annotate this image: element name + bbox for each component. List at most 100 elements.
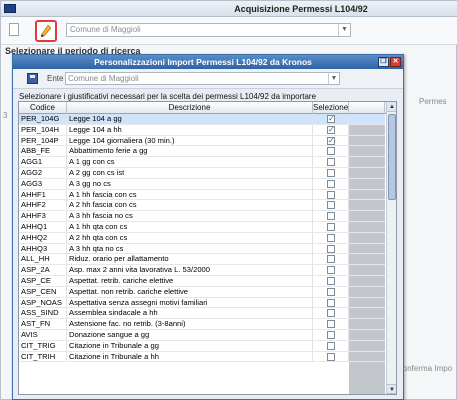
dialog-title: Personalizzazioni Import Permessi L104/9… (94, 57, 312, 67)
selection-checkbox[interactable] (327, 233, 335, 242)
selezione-cell (313, 329, 349, 340)
save-icon[interactable] (27, 73, 38, 84)
selection-checkbox[interactable] (327, 276, 335, 285)
selezione-cell (313, 319, 349, 330)
partial-column-header: Permes (419, 97, 447, 106)
table-row[interactable]: AVIS Donazione sangue a gg (19, 329, 385, 341)
codice-cell: AGG1 (21, 157, 67, 168)
selection-checkbox[interactable] (327, 341, 335, 350)
selection-checkbox[interactable] (327, 255, 335, 264)
codice-cell: ASP_CEN (21, 286, 67, 297)
document-icon[interactable] (9, 23, 19, 36)
selection-checkbox[interactable] (327, 352, 335, 361)
table-row[interactable]: CIT_TRIG Citazione in Tribunale a gg (19, 340, 385, 352)
vertical-scrollbar[interactable]: ▲ ▼ (386, 102, 396, 394)
descrizione-cell: Asp. max 2 anni vita lavorativa L. 53/20… (69, 265, 313, 276)
selection-checkbox[interactable] (327, 190, 335, 199)
ente-label: Ente (47, 74, 64, 83)
table-row[interactable]: PER_104G Legge 104 a gg (19, 114, 385, 125)
selection-checkbox[interactable] (327, 125, 335, 135)
table-row[interactable]: ASP_2A Asp. max 2 anni vita lavorativa L.… (19, 265, 385, 276)
codice-cell: PER_104G (21, 114, 67, 124)
selection-checkbox[interactable] (327, 266, 335, 275)
main-window-title: Acquisizione Permessi L104/92 (234, 4, 368, 14)
column-header-selezione[interactable]: Selezione (313, 102, 349, 114)
table-row[interactable]: AGG3 A 3 gg no cs (19, 178, 385, 190)
selection-checkbox[interactable] (327, 201, 335, 210)
selection-checkbox[interactable] (327, 136, 335, 146)
edit-button[interactable] (35, 20, 57, 42)
selection-checkbox[interactable] (327, 114, 335, 124)
table-row[interactable]: ALL_HH Riduz. orario per allattamento (19, 254, 385, 266)
table-row[interactable]: ASS_SIND Assemblea sindacale a hh (19, 308, 385, 320)
table-row[interactable]: AGG1 A 1 gg con cs (19, 157, 385, 168)
selection-checkbox[interactable] (327, 298, 335, 307)
selezione-cell (313, 189, 349, 200)
selection-checkbox[interactable] (327, 287, 335, 296)
table-row[interactable]: PER_104H Legge 104 a hh (19, 124, 385, 136)
table-row[interactable]: ASP_CEN Aspettat. non retrib. cariche ele… (19, 286, 385, 298)
selezione-cell (313, 232, 349, 243)
codice-cell: CIT_TRIH (21, 351, 67, 362)
table-row[interactable]: AHHQ3 A 3 hh qta no cs (19, 243, 385, 255)
chevron-down-icon[interactable]: ▼ (328, 73, 339, 84)
selection-checkbox[interactable] (327, 320, 335, 329)
selezione-cell (313, 265, 349, 276)
codice-cell: ASP_NOAS (21, 297, 67, 308)
selezione-cell (313, 286, 349, 297)
restore-icon[interactable]: ❐ (378, 57, 389, 67)
pencil-icon (41, 25, 51, 37)
table-row[interactable]: AGG2 A 2 gg con cs ist (19, 167, 385, 179)
table-row[interactable]: AHHQ1 A 1 hh qta con cs (19, 221, 385, 233)
column-header-empty (349, 102, 385, 114)
selection-checkbox[interactable] (327, 168, 335, 177)
selection-checkbox[interactable] (327, 212, 335, 221)
scroll-up-icon[interactable]: ▲ (387, 102, 396, 112)
table-row[interactable]: AHHF2 A 2 hh fascia con cs (19, 200, 385, 212)
selection-checkbox[interactable] (327, 158, 335, 167)
main-ente-value: Comune di Maggioli (70, 25, 141, 34)
confirm-import-button[interactable]: Conferma Impo (397, 364, 452, 373)
table-row[interactable]: ABB_FE Abbattimento ferie a gg (19, 146, 385, 158)
table-row[interactable]: ASP_NOAS Aspettativa senza assegni motivi… (19, 297, 385, 309)
grid-header: Codice Descrizione Selezione (19, 102, 396, 114)
codice-cell: ASS_SIND (21, 308, 67, 319)
justifications-grid: Codice Descrizione Selezione PER_104G Leg… (18, 101, 397, 395)
table-row[interactable]: AST_FN Astensione fac. no retrib. (3-8ann… (19, 319, 385, 330)
selezione-cell (313, 275, 349, 286)
column-header-codice[interactable]: Codice (19, 102, 67, 114)
descrizione-cell: Aspettat. non retrib. cariche elettive (69, 286, 313, 297)
scroll-down-icon[interactable]: ▼ (387, 384, 396, 394)
dialog-toolbar: Ente Comune di Maggioli ▼ (13, 69, 403, 89)
codice-cell: AHHF3 (21, 211, 67, 222)
selection-checkbox[interactable] (327, 309, 335, 318)
ente-select[interactable]: Comune di Maggioli ▼ (65, 72, 340, 85)
selection-checkbox[interactable] (327, 147, 335, 156)
table-row[interactable]: CIT_TRIH Citazione in Tribunale a hh (19, 351, 385, 363)
main-ente-select[interactable]: Comune di Maggioli ▼ (66, 23, 351, 37)
selection-checkbox[interactable] (327, 179, 335, 188)
selection-checkbox[interactable] (327, 330, 335, 339)
selection-checkbox[interactable] (327, 222, 335, 231)
close-icon[interactable]: ✕ (390, 57, 401, 67)
descrizione-cell: Citazione in Tribunale a hh (69, 351, 313, 362)
selection-checkbox[interactable] (327, 244, 335, 253)
selezione-cell (313, 340, 349, 351)
codice-cell: AHHQ1 (21, 221, 67, 232)
descrizione-cell: Legge 104 a gg (69, 114, 313, 124)
table-row[interactable]: AHHF3 A 3 hh fascia no cs (19, 211, 385, 222)
chevron-down-icon[interactable]: ▼ (338, 24, 350, 36)
column-header-descrizione[interactable]: Descrizione (67, 102, 313, 114)
selezione-cell (313, 178, 349, 189)
table-row[interactable]: AHHQ2 A 2 hh qta con cs (19, 232, 385, 244)
table-row[interactable]: PER_104P Legge 104 giornaliera (30 min.) (19, 135, 385, 147)
selezione-cell (313, 243, 349, 254)
codice-cell: PER_104H (21, 124, 67, 135)
scrollbar-thumb[interactable] (388, 114, 396, 200)
selezione-cell (313, 297, 349, 308)
descrizione-cell: A 2 hh qta con cs (69, 232, 313, 243)
codice-cell: AHHQ2 (21, 232, 67, 243)
table-row[interactable]: ASP_CE Aspettat. retrib. cariche elettive (19, 275, 385, 287)
descrizione-cell: A 3 hh qta no cs (69, 243, 313, 254)
table-row[interactable]: AHHF1 A 1 hh fascia con cs (19, 189, 385, 201)
